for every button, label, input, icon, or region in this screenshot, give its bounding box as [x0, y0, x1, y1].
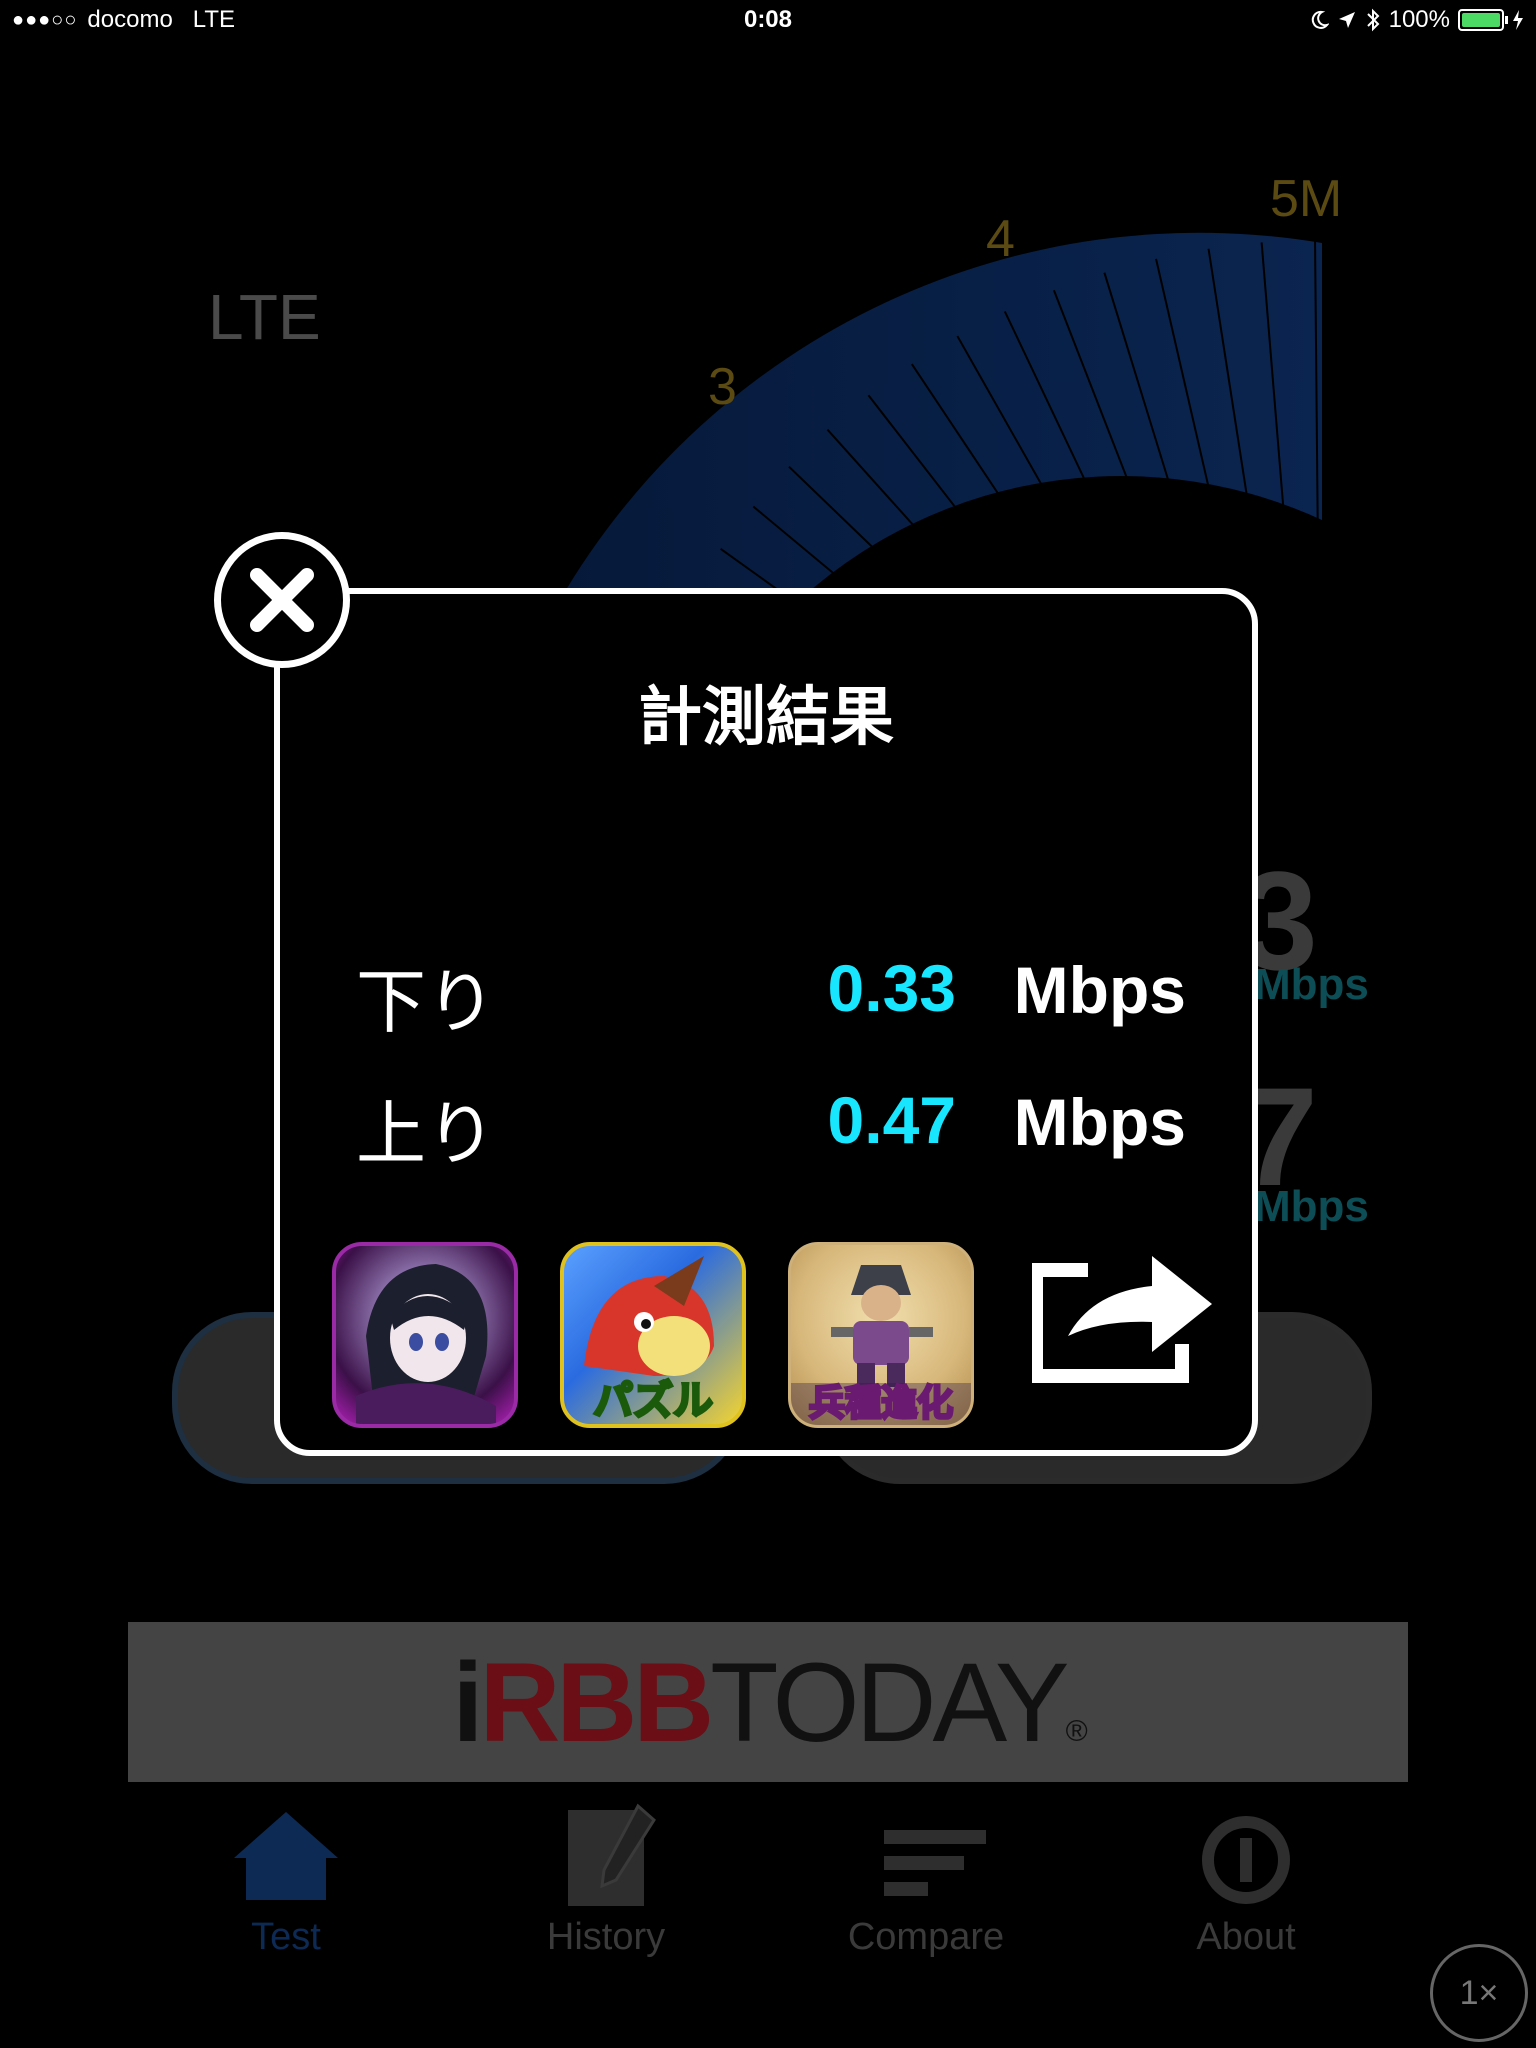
pazuru-text: パズル: [593, 1378, 713, 1424]
ninja-girl-art: [356, 1264, 496, 1424]
gauge-band: [560, 232, 1322, 640]
close-icon: [250, 568, 314, 632]
tab-compare[interactable]: Compare: [806, 1800, 1046, 1959]
home-icon: [234, 1812, 338, 1900]
tab-bar: Test History Compare About: [0, 1800, 1536, 2000]
rbbtoday-banner[interactable]: iRBBTODAY®: [128, 1622, 1408, 1782]
dragon-art: パズル: [584, 1256, 715, 1424]
gauge-label-5m: 5M: [1270, 170, 1342, 228]
ninja-girl-app-icon[interactable]: [332, 1242, 518, 1428]
tab-about[interactable]: About: [1126, 1800, 1366, 1959]
bg-download-unit: Mbps: [1254, 960, 1369, 1009]
tab-test-label: Test: [251, 1916, 321, 1958]
bg-upload-unit: Mbps: [1254, 1182, 1369, 1231]
dialog-title: 計測結果: [638, 681, 894, 755]
bars-icon: [884, 1830, 986, 1896]
tab-test[interactable]: Test: [166, 1800, 406, 1959]
puzzle-dragon-app-icon[interactable]: パズル: [560, 1242, 746, 1428]
tab-history-label: History: [546, 1916, 666, 1958]
gauge-label-4: 4: [986, 210, 1015, 268]
download-row: 下り 0.33 Mbps: [356, 946, 1186, 1043]
download-unit: Mbps: [1013, 953, 1186, 1027]
tab-compare-label: Compare: [847, 1916, 1005, 1958]
result-dialog: 計測結果 下り 0.33 Mbps 上り 0.47 Mbps パズル 兵種進化: [274, 588, 1258, 1456]
upload-unit: Mbps: [1013, 1085, 1186, 1159]
upload-row: 上り 0.47 Mbps: [356, 1078, 1186, 1175]
share-icon[interactable]: [1032, 1236, 1212, 1396]
upload-value: 0.47: [827, 1083, 956, 1157]
close-button[interactable]: [214, 532, 350, 668]
rbbtoday-logo: iRBBTODAY®: [452, 1639, 1087, 1765]
tab-about-label: About: [1196, 1916, 1296, 1958]
tab-history[interactable]: History: [486, 1800, 726, 1959]
upload-label: 上り: [356, 1093, 496, 1175]
download-label: 下り: [356, 961, 496, 1043]
zoom-button[interactable]: 1×: [1430, 1944, 1528, 2042]
gauge-label-3: 3: [708, 358, 737, 416]
download-value: 0.33: [827, 951, 956, 1025]
notepad-icon: [568, 1803, 656, 1906]
ninja-evolution-app-icon[interactable]: 兵種進化: [788, 1242, 974, 1428]
heishu-shinka-text: 兵種進化: [809, 1383, 953, 1424]
info-icon: [1202, 1816, 1290, 1904]
ninja-warrior-art: 兵種進化: [791, 1265, 971, 1425]
